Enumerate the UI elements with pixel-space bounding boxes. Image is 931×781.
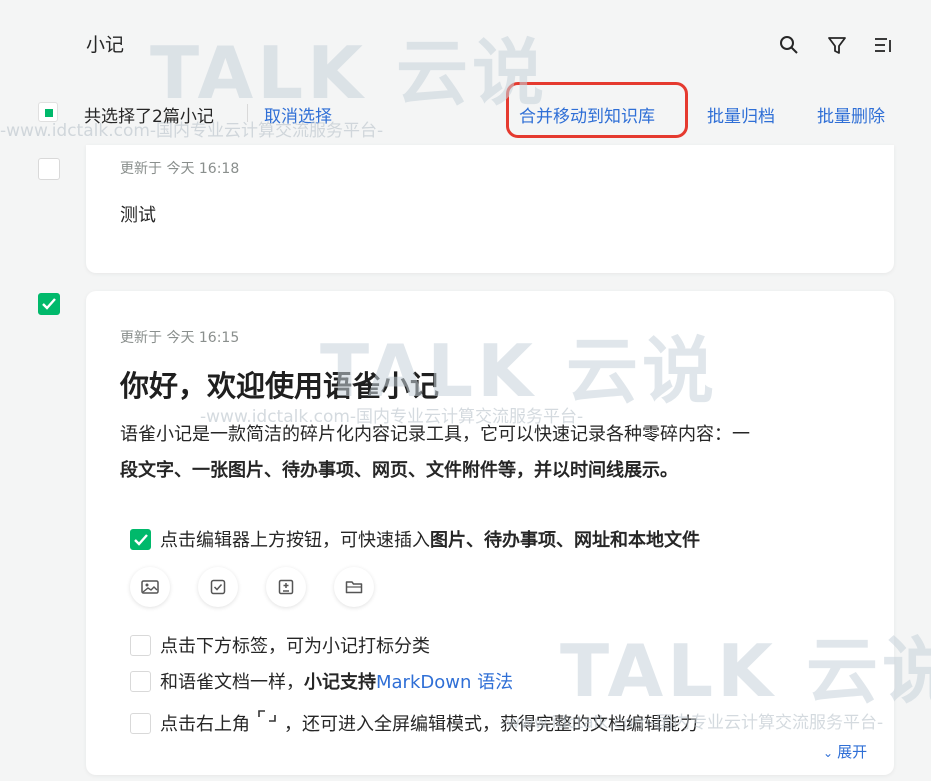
todo-item: 和语雀文档一样， 小记支持 MarkDown 语法	[130, 669, 513, 693]
todo-text: ，还可进入全屏编辑模式，获得完整的文档编辑能力	[284, 714, 698, 735]
insert-link-icon[interactable]	[266, 567, 306, 607]
todo-checkbox[interactable]	[130, 634, 151, 656]
insert-image-icon[interactable]	[130, 567, 170, 607]
divider	[247, 104, 248, 122]
todo-checkbox[interactable]	[130, 670, 151, 692]
todo-text-bold: 小记支持	[304, 672, 376, 693]
paragraph-line-2: 段文字、一张图片、待办事项、网页、文件附件等，并以时间线展示。	[120, 460, 678, 481]
note-checkbox[interactable]	[38, 158, 60, 180]
note-heading: 你好，欢迎使用语雀小记	[120, 369, 440, 403]
paragraph-line-1: 语雀小记是一款简洁的碎片化内容记录工具，它可以快速记录各种零碎内容：一	[120, 424, 750, 445]
insert-file-icon[interactable]	[334, 567, 374, 607]
search-icon[interactable]	[778, 34, 800, 56]
todo-text: 点击编辑器上方按钮，可快速插入	[160, 530, 430, 551]
expand-label: 展开	[837, 743, 868, 761]
note-updated-time: 更新于 今天 16:15	[120, 330, 240, 346]
chevron-down-icon: ⌄	[823, 746, 834, 760]
todo-text: 点击下方标签，可为小记打标分类	[160, 636, 430, 657]
highlight-annotation	[506, 82, 688, 138]
todo-text-bold: 图片、待办事项、网址和本地文件	[430, 530, 700, 551]
select-all-checkbox[interactable]	[38, 102, 58, 122]
note-updated-time: 更新于 今天 16:18	[120, 161, 240, 177]
note-checkbox-checked[interactable]	[38, 293, 60, 315]
batch-delete-link[interactable]: 批量删除	[817, 102, 885, 127]
sort-icon[interactable]	[872, 34, 894, 56]
markdown-link[interactable]: MarkDown 语法	[376, 668, 513, 694]
note-paragraph: 语雀小记是一款简洁的碎片化内容记录工具，它可以快速记录各种零碎内容：一 段文字、…	[120, 417, 860, 489]
page-title: 小记	[86, 34, 125, 56]
expand-button[interactable]: ⌄ 展开	[823, 741, 867, 762]
note-card[interactable]: 更新于 今天 16:15 你好，欢迎使用语雀小记 语雀小记是一款简洁的碎片化内容…	[86, 291, 894, 775]
todo-item: 点击右上角 ，还可进入全屏编辑模式，获得完整的文档编辑能力	[130, 708, 698, 735]
batch-archive-link[interactable]: 批量归档	[707, 102, 775, 127]
cancel-selection-link[interactable]: 取消选择	[264, 102, 332, 127]
selection-count: 共选择了2篇小记	[84, 107, 214, 127]
top-header: 小记 共选择了2篇小记 取消选择 合并移动到知识库 批量归档 批量删除	[0, 0, 931, 140]
insert-todo-icon[interactable]	[198, 567, 238, 607]
filter-icon[interactable]	[826, 34, 848, 56]
todo-text: 和语雀文档一样，	[160, 672, 304, 693]
fullscreen-icon	[256, 708, 278, 730]
todo-text: 点击右上角	[160, 714, 250, 735]
selection-bar: 共选择了2篇小记 取消选择 合并移动到知识库 批量归档 批量删除	[0, 92, 931, 132]
todo-item: 点击编辑器上方按钮，可快速插入 图片、待办事项、网址和本地文件	[130, 527, 700, 551]
todo-checkbox-checked[interactable]	[130, 528, 151, 550]
todo-checkbox[interactable]	[130, 712, 151, 734]
note-content: 测试	[120, 205, 156, 226]
note-card[interactable]: 更新于 今天 16:18 测试	[86, 145, 894, 273]
todo-item: 点击下方标签，可为小记打标分类	[130, 633, 430, 657]
